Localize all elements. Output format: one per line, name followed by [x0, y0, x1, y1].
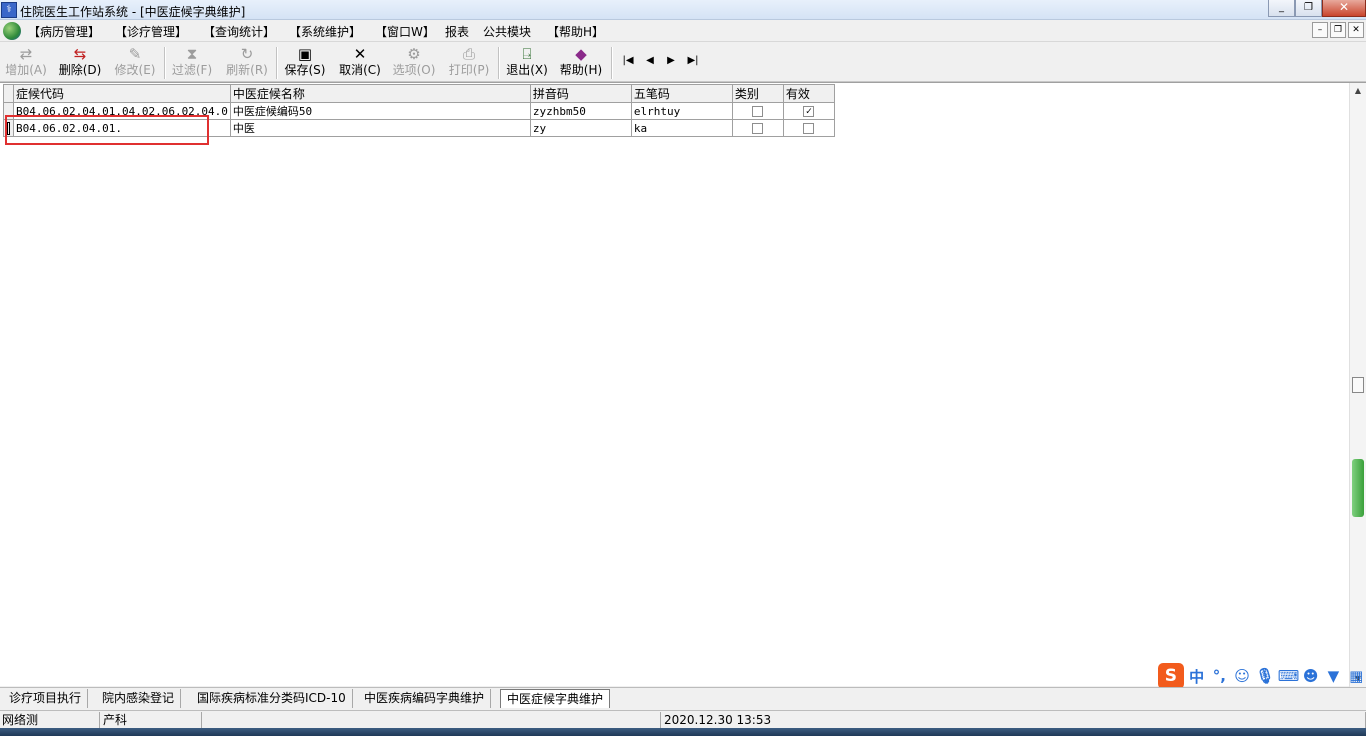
close-button[interactable]: ✕: [1322, 0, 1366, 17]
help-button[interactable]: ◆ 帮助(H): [556, 45, 606, 80]
window-tabs: 诊疗项目执行 院内感染登记 国际疾病标准分类码ICD-10 中医疾病编码字典维护…: [0, 687, 1366, 709]
add-button[interactable]: ⇄ 增加(A): [1, 45, 51, 80]
status-bar: 网络测 产科 2020.12.30 13:53: [0, 710, 1366, 728]
col-header-code[interactable]: 症候代码: [13, 84, 231, 103]
keyboard-icon[interactable]: ⌨: [1278, 667, 1300, 685]
toolbar-separator: [276, 47, 278, 79]
restore-button[interactable]: ❐: [1295, 0, 1322, 17]
add-icon: ⇄: [19, 45, 33, 63]
cell-category[interactable]: [731, 102, 784, 120]
toolbar: ⇄ 增加(A) ⇆ 删除(D) ✎ 修改(E) ⧗ 过滤(F) ↻ 刷新(R) …: [0, 43, 1366, 82]
cell-category[interactable]: [731, 119, 784, 137]
status-network: 网络测: [0, 712, 100, 728]
mdi-close-button[interactable]: ✕: [1348, 22, 1364, 38]
menu-medical-records[interactable]: 【病历管理】: [28, 23, 100, 40]
exit-button[interactable]: ⍈ 退出(X): [502, 45, 552, 80]
toolbar-separator: [611, 47, 613, 79]
title-bar: ⚕ 住院医生工作站系统 - [中医症候字典维护] _ ❐ ✕: [0, 0, 1366, 20]
menu-window[interactable]: 【窗口W】: [375, 23, 435, 40]
tab-icd10[interactable]: 国际疾病标准分类码ICD-10: [191, 689, 353, 708]
mic-icon[interactable]: 🎙: [1255, 667, 1275, 685]
shirt-icon[interactable]: ▼: [1324, 667, 1344, 685]
tab-infection-registry[interactable]: 院内感染登记: [96, 689, 182, 708]
cell-valid[interactable]: ✓: [782, 102, 835, 120]
selection-highlight: [5, 115, 209, 145]
window-title: 住院医生工作站系统 - [中医症候字典维护]: [20, 5, 246, 19]
col-header-wubi[interactable]: 五笔码: [630, 84, 733, 103]
tab-treatment-execution[interactable]: 诊疗项目执行: [3, 689, 89, 708]
options-button[interactable]: ⚙ 选项(O): [389, 45, 439, 80]
smile-icon[interactable]: ☺: [1232, 667, 1252, 685]
ime-punct-toggle[interactable]: °,: [1209, 667, 1229, 685]
toolbar-separator: [164, 47, 166, 79]
status-datetime: 2020.12.30 13:53: [662, 712, 1366, 728]
exit-door-icon: ⍈: [522, 45, 532, 63]
mdi-minimize-button[interactable]: –: [1312, 22, 1328, 38]
category-checkbox[interactable]: [752, 123, 764, 134]
tab-tcm-syndrome-dict[interactable]: 中医症候字典维护: [500, 689, 611, 708]
cell-name[interactable]: 中医症候编码50: [229, 102, 531, 120]
prev-record-icon[interactable]: ◀: [640, 55, 660, 69]
menu-public-module[interactable]: 公共模块: [483, 23, 531, 40]
minimize-button[interactable]: _: [1268, 0, 1295, 17]
col-header-category[interactable]: 类别: [731, 84, 784, 103]
menu-help[interactable]: 【帮助H】: [547, 23, 604, 40]
row-indicator-header: [3, 84, 14, 103]
cell-name[interactable]: 中医: [229, 119, 531, 137]
print-button[interactable]: ⎙ 打印(P): [444, 45, 494, 80]
cell-wubi[interactable]: ka: [630, 119, 733, 137]
help-book-icon: ◆: [575, 45, 587, 63]
edit-button[interactable]: ✎ 修改(E): [110, 45, 160, 80]
first-record-icon[interactable]: |◀: [618, 55, 638, 69]
col-header-pinyin[interactable]: 拼音码: [529, 84, 632, 103]
menu-bar: 【病历管理】 【诊疗管理】 【查询统计】 【系统维护】 【窗口W】 报表 公共模…: [0, 20, 1366, 42]
last-record-icon[interactable]: ▶|: [683, 55, 703, 69]
next-record-icon[interactable]: ▶: [661, 55, 681, 69]
cancel-button[interactable]: ✕ 取消(C): [335, 45, 385, 80]
cell-pinyin[interactable]: zy: [529, 119, 632, 137]
app-logo-icon: [3, 22, 21, 40]
cell-wubi[interactable]: elrhtuy: [630, 102, 733, 120]
side-progress-indicator: [1352, 459, 1364, 517]
scroll-up-icon[interactable]: ▲: [1350, 83, 1366, 99]
category-checkbox[interactable]: [752, 106, 764, 117]
cell-pinyin[interactable]: zyzhbm50: [529, 102, 632, 120]
save-button[interactable]: ▣ 保存(S): [280, 45, 330, 80]
delete-icon: ⇆: [73, 45, 87, 63]
vertical-scrollbar[interactable]: ▲ ▼: [1349, 83, 1366, 687]
delete-button[interactable]: ⇆ 删除(D): [55, 45, 105, 80]
menu-system-maintenance[interactable]: 【系统维护】: [289, 23, 361, 40]
options-icon: ⚙: [407, 45, 421, 63]
tab-tcm-disease-dict[interactable]: 中医疾病编码字典维护: [358, 689, 492, 708]
status-department: 产科: [101, 712, 202, 728]
menu-reports[interactable]: 报表: [445, 23, 469, 40]
save-disk-icon: ▣: [297, 45, 313, 63]
grid-header-row: 症候代码 中医症候名称 拼音码 五笔码 类别 有效: [3, 84, 835, 103]
data-grid-area: 症候代码 中医症候名称 拼音码 五笔码 类别 有效 B04.06.02.04.0…: [0, 82, 1366, 689]
menu-diagnosis[interactable]: 【诊疗管理】: [115, 23, 187, 40]
sogou-logo-icon[interactable]: S: [1158, 663, 1184, 689]
valid-checkbox[interactable]: [803, 123, 815, 134]
filter-button[interactable]: ⧗ 过滤(F): [167, 45, 217, 80]
grid-icon[interactable]: ▦: [1346, 667, 1366, 685]
edit-icon: ✎: [128, 45, 142, 63]
valid-checkbox[interactable]: ✓: [803, 106, 815, 117]
mdi-restore-button[interactable]: ❐: [1330, 22, 1346, 38]
hourglass-icon: ⧗: [186, 45, 198, 63]
refresh-button[interactable]: ↻ 刷新(R): [222, 45, 272, 80]
refresh-icon: ↻: [240, 45, 254, 63]
cancel-x-icon: ✕: [353, 45, 367, 63]
col-header-valid[interactable]: 有效: [782, 84, 835, 103]
status-middle: [203, 712, 661, 728]
printer-icon: ⎙: [462, 45, 475, 63]
os-taskbar: [0, 728, 1366, 736]
ime-lang-toggle[interactable]: 中: [1187, 666, 1207, 687]
person-icon[interactable]: ☻: [1301, 667, 1321, 685]
scroll-thumb[interactable]: [1352, 377, 1364, 393]
cell-valid[interactable]: [782, 119, 835, 137]
app-icon: ⚕: [1, 2, 17, 18]
menu-query-stats[interactable]: 【查询统计】: [203, 23, 275, 40]
col-header-name[interactable]: 中医症候名称: [229, 84, 531, 103]
toolbar-separator: [498, 47, 500, 79]
